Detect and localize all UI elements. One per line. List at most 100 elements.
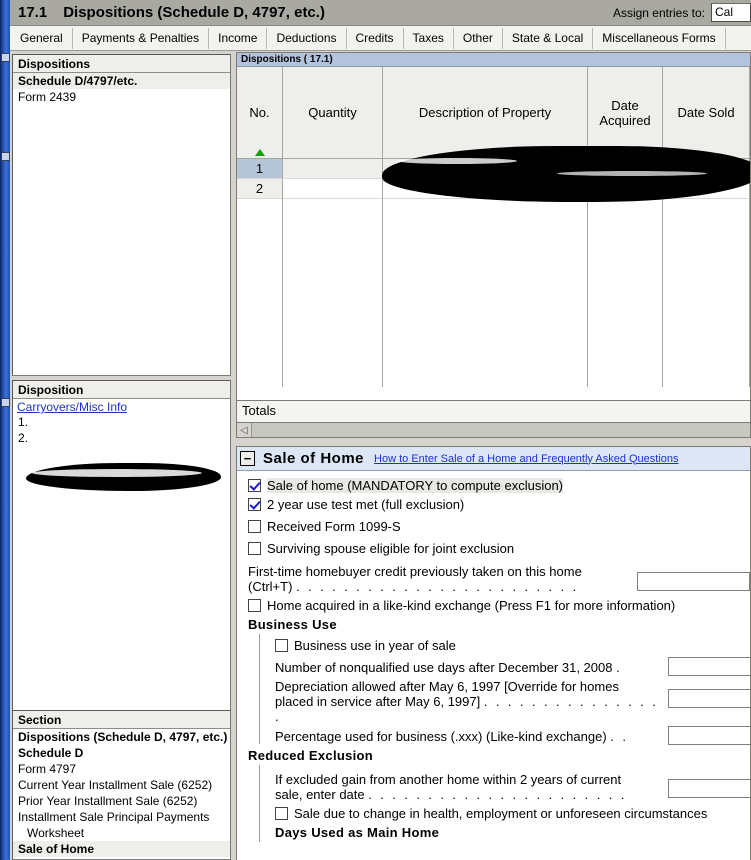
tab-deductions[interactable]: Deductions xyxy=(267,27,347,49)
nonqualified-days-dots: . xyxy=(616,660,623,675)
list-item[interactable]: Form 2439 xyxy=(13,89,230,105)
scroll-left-icon[interactable]: ◁ xyxy=(237,423,252,437)
checkbox-row-like-kind-exchange[interactable]: Home acquired in a like-kind exchange (P… xyxy=(237,594,750,615)
checkbox-like-kind-exchange[interactable] xyxy=(248,599,261,612)
sidebar-item-form-4797[interactable]: Form 4797 xyxy=(13,761,230,777)
nonqualified-days-input[interactable] xyxy=(668,657,750,676)
checkbox-two-year-use-test-label: 2 year use test met (full exclusion) xyxy=(267,497,465,512)
list-item[interactable]: Schedule D/4797/etc. xyxy=(13,73,230,89)
excluded-gain-input[interactable] xyxy=(668,779,750,798)
sidebar-item-worksheet[interactable]: Worksheet xyxy=(13,825,230,841)
tab-miscellaneous-forms[interactable]: Miscellaneous Forms xyxy=(593,27,726,49)
excluded-gain-line2: sale, enter date xyxy=(275,787,365,802)
redaction-overlay-grid-highlight-1 xyxy=(397,158,517,164)
checkbox-row-business-use-in-year[interactable]: Business use in year of sale xyxy=(269,634,750,655)
checkbox-received-1099s[interactable] xyxy=(248,520,261,533)
list-item[interactable]: 1. xyxy=(13,414,230,430)
assign-entries-select[interactable]: Cal xyxy=(711,3,751,22)
screen-number: 17.1 xyxy=(18,4,48,21)
grid-empty-col-date-sold xyxy=(663,199,750,387)
redaction-overlay-grid-highlight-2 xyxy=(557,171,707,176)
section-header: − Sale of Home How to Enter Sale of a Ho… xyxy=(237,447,750,471)
sale-of-home-form: Sale of home (MANDATORY to compute exclu… xyxy=(237,471,750,842)
grid-header-row: No. Quantity Description of Property Dat… xyxy=(237,67,750,159)
tab-state-local[interactable]: State & Local xyxy=(503,27,594,49)
checkbox-row-sale-of-home[interactable]: Sale of home (MANDATORY to compute exclu… xyxy=(237,476,750,495)
assign-entries-label: Assign entries to: xyxy=(612,5,705,20)
page-title: Dispositions (Schedule D, 4797, etc.) xyxy=(63,4,325,21)
sidebar-item-prior-year-installment-sale[interactable]: Prior Year Installment Sale (6252) xyxy=(13,793,230,809)
carryovers-misc-info-link[interactable]: Carryovers/Misc Info xyxy=(13,399,127,414)
disposition-list: Carryovers/Misc Info 1. 2. xyxy=(13,399,230,446)
checkbox-sale-of-home-label: Sale of home (MANDATORY to compute exclu… xyxy=(267,478,563,493)
sidebar-item-sale-of-home[interactable]: Sale of Home xyxy=(13,841,230,857)
checkbox-change-circumstances[interactable] xyxy=(275,807,288,820)
desktop-background-strip xyxy=(0,0,10,860)
list-item[interactable]: 2. xyxy=(13,430,230,446)
business-use-group: Business use in year of sale Number of n… xyxy=(259,634,750,745)
desktop-icon-2[interactable] xyxy=(1,152,10,161)
column-header-no[interactable]: No. xyxy=(237,67,283,159)
grid-totals-row: Totals xyxy=(236,401,751,422)
sale-of-home-help-link[interactable]: How to Enter Sale of a Home and Frequent… xyxy=(374,453,679,465)
desktop-icon-3[interactable] xyxy=(1,398,10,407)
desktop-icon-1[interactable] xyxy=(1,53,10,62)
reduced-exclusion-heading: Reduced Exclusion xyxy=(248,748,374,763)
checkbox-row-change-circumstances[interactable]: Sale due to change in health, employment… xyxy=(269,802,750,823)
grid-caption: Dispositions ( 17.1) xyxy=(237,53,750,67)
business-use-heading: Business Use xyxy=(248,617,337,632)
collapse-icon[interactable]: − xyxy=(240,451,255,466)
checkbox-row-received-1099s[interactable]: Received Form 1099-S xyxy=(237,514,750,536)
checkbox-surviving-spouse-label: Surviving spouse eligible for joint excl… xyxy=(267,541,515,556)
cell-no: 2 xyxy=(237,179,283,199)
checkbox-change-circumstances-label: Sale due to change in health, employment… xyxy=(294,806,708,821)
main-tab-bar: General Payments & Penalties Income Dedu… xyxy=(10,26,751,51)
grid-empty-col-no xyxy=(237,199,283,387)
checkbox-business-use-in-year[interactable] xyxy=(275,639,288,652)
nonqualified-days-text: Number of nonqualified use days after De… xyxy=(275,660,613,675)
tab-general[interactable]: General xyxy=(10,27,73,49)
checkbox-sale-of-home[interactable] xyxy=(248,479,261,492)
tab-income[interactable]: Income xyxy=(209,27,268,49)
tab-taxes[interactable]: Taxes xyxy=(404,27,454,49)
app-window: 17.1 Dispositions (Schedule D, 4797, etc… xyxy=(0,0,751,860)
dispositions-panel: Dispositions Schedule D/4797/etc. Form 2… xyxy=(12,54,231,376)
checkbox-received-1099s-label: Received Form 1099-S xyxy=(267,519,401,534)
percentage-business-label: Percentage used for business (.xxx) (Lik… xyxy=(275,729,628,744)
checkbox-like-kind-exchange-label: Home acquired in a like-kind exchange (P… xyxy=(267,598,676,613)
column-header-date-sold[interactable]: Date Sold xyxy=(663,67,750,159)
first-time-homebuyer-credit-input[interactable] xyxy=(637,572,750,591)
excluded-gain-dots: . . . . . . . . . . . . . . . . . . . . … xyxy=(368,787,627,802)
column-header-quantity[interactable]: Quantity xyxy=(283,67,383,159)
checkbox-business-use-in-year-label: Business use in year of sale xyxy=(294,638,456,653)
section-title: Sale of Home xyxy=(263,450,365,467)
cell-quantity[interactable] xyxy=(283,159,383,179)
main-content: Dispositions ( 17.1) No. Quantity Descri… xyxy=(233,51,751,860)
tab-other[interactable]: Other xyxy=(454,27,503,49)
dispositions-panel-header: Dispositions xyxy=(13,55,230,73)
sidebar-item-current-year-installment-sale[interactable]: Current Year Installment Sale (6252) xyxy=(13,777,230,793)
percentage-business-input[interactable] xyxy=(668,726,750,745)
section-list: Dispositions (Schedule D, 4797, etc.) Sc… xyxy=(13,729,230,859)
cell-quantity[interactable] xyxy=(283,179,383,199)
sale-of-home-section: − Sale of Home How to Enter Sale of a Ho… xyxy=(236,446,751,860)
cell-no: 1 xyxy=(237,159,283,179)
grid-horizontal-scrollbar[interactable]: ◁ xyxy=(236,422,751,438)
redaction-overlay-disposition-highlight xyxy=(32,469,202,477)
depreciation-line2: placed in service after May 6, 1997] xyxy=(275,694,481,709)
dispositions-list: Schedule D/4797/etc. Form 2439 xyxy=(13,73,230,105)
depreciation-allowed-label: Depreciation allowed after May 6, 1997 [… xyxy=(275,679,667,724)
checkbox-two-year-use-test[interactable] xyxy=(248,498,261,511)
checkbox-row-surviving-spouse[interactable]: Surviving spouse eligible for joint excl… xyxy=(237,536,750,558)
tab-credits[interactable]: Credits xyxy=(347,27,404,49)
checkbox-surviving-spouse[interactable] xyxy=(248,542,261,555)
checkbox-row-two-year-use-test[interactable]: 2 year use test met (full exclusion) xyxy=(237,495,750,514)
sidebar-item-installment-sale-principal-payments[interactable]: Installment Sale Principal Payments xyxy=(13,809,230,825)
grid-empty-col-description xyxy=(383,199,588,387)
tab-payments-penalties[interactable]: Payments & Penalties xyxy=(73,27,210,49)
sidebar-item-schedule-d[interactable]: Schedule D xyxy=(13,745,230,761)
grid-empty-col-quantity xyxy=(283,199,383,387)
depreciation-allowed-input[interactable] xyxy=(668,689,750,708)
percentage-business-dots: . . xyxy=(610,729,629,744)
sidebar-item-dispositions[interactable]: Dispositions (Schedule D, 4797, etc.) xyxy=(13,729,230,745)
